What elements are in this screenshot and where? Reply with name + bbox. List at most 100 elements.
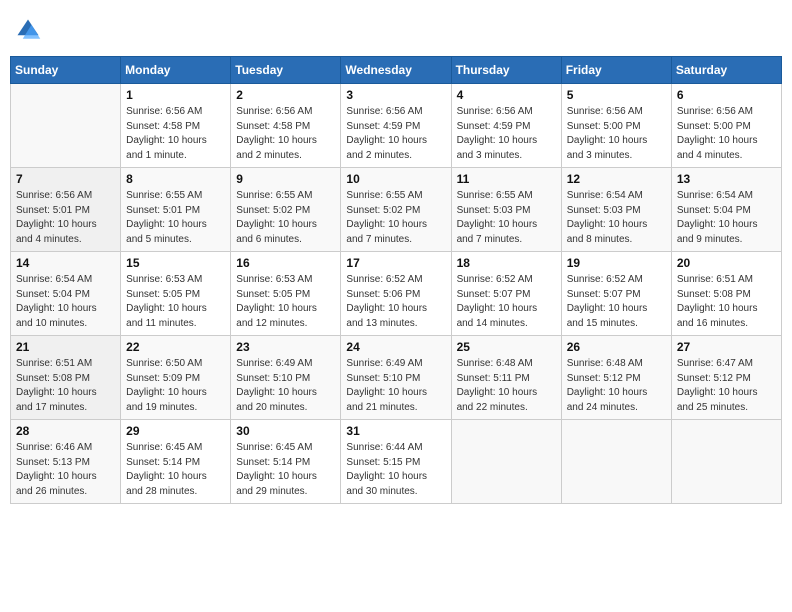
logo-icon	[14, 16, 42, 44]
day-number: 28	[16, 424, 115, 438]
day-info: Sunrise: 6:53 AMSunset: 5:05 PMDaylight:…	[126, 273, 225, 331]
day-number: 18	[457, 256, 556, 270]
calendar-cell: 1Sunrise: 6:56 AMSunset: 4:58 PMDaylight…	[121, 84, 231, 168]
calendar-cell: 24Sunrise: 6:49 AMSunset: 5:10 PMDayligh…	[341, 336, 451, 420]
calendar-cell: 15 Sunrise: 6:53 AMSunset: 5:05 PMDayligh…	[121, 252, 231, 336]
day-number: 31	[346, 424, 445, 438]
day-info: Sunrise: 6:51 AMSunset: 5:08 PMDaylight:…	[677, 273, 776, 331]
day-number: 8	[126, 172, 225, 186]
calendar-cell: 5 Sunrise: 6:56 AMSunset: 5:00 PMDaylight…	[561, 84, 671, 168]
calendar-cell: 3 Sunrise: 6:56 AMSunset: 4:59 PMDaylight…	[341, 84, 451, 168]
day-info: Sunrise: 6:56 AMSunset: 5:00 PMDaylight:…	[677, 105, 776, 163]
day-info: Sunrise: 6:55 AMSunset: 5:02 PMDaylight:…	[346, 189, 445, 247]
calendar-cell: 25Sunrise: 6:48 AMSunset: 5:11 PMDayligh…	[451, 336, 561, 420]
day-info: Sunrise: 6:46 AMSunset: 5:13 PMDaylight:…	[16, 441, 115, 499]
calendar-cell: 21 Sunrise: 6:51 AMSunset: 5:08 PMDayligh…	[11, 336, 121, 420]
day-number: 3	[346, 88, 445, 102]
calendar-cell	[11, 84, 121, 168]
calendar-cell: 10 Sunrise: 6:55 AMSunset: 5:02 PMDayligh…	[341, 168, 451, 252]
day-info: Sunrise: 6:48 AMSunset: 5:12 PMDaylight:…	[567, 357, 666, 415]
day-number: 21	[16, 340, 115, 354]
calendar-cell: 4Sunrise: 6:56 AMSunset: 4:59 PMDaylight…	[451, 84, 561, 168]
day-info: Sunrise: 6:45 AMSunset: 5:14 PMDaylight:…	[236, 441, 335, 499]
day-info: Sunrise: 6:52 AMSunset: 5:07 PMDaylight:…	[457, 273, 556, 331]
day-number: 27	[677, 340, 776, 354]
calendar-cell: 12 Sunrise: 6:54 AMSunset: 5:03 PMDayligh…	[561, 168, 671, 252]
day-info: Sunrise: 6:56 AMSunset: 4:58 PMDaylight:…	[126, 105, 225, 163]
day-number: 29	[126, 424, 225, 438]
calendar-week-5: 28 Sunrise: 6:46 AMSunset: 5:13 PMDayligh…	[11, 420, 782, 504]
day-info: Sunrise: 6:56 AMSunset: 5:00 PMDaylight:…	[567, 105, 666, 163]
col-header-saturday: Saturday	[671, 57, 781, 84]
day-info: Sunrise: 6:49 AMSunset: 5:10 PMDaylight:…	[346, 357, 445, 415]
calendar-cell: 6 Sunrise: 6:56 AMSunset: 5:00 PMDaylight…	[671, 84, 781, 168]
day-number: 22	[126, 340, 225, 354]
day-number: 30	[236, 424, 335, 438]
day-number: 20	[677, 256, 776, 270]
calendar-cell: 29 Sunrise: 6:45 AMSunset: 5:14 PMDayligh…	[121, 420, 231, 504]
day-number: 14	[16, 256, 115, 270]
day-info: Sunrise: 6:55 AMSunset: 5:01 PMDaylight:…	[126, 189, 225, 247]
calendar-week-2: 7 Sunrise: 6:56 AMSunset: 5:01 PMDaylight…	[11, 168, 782, 252]
calendar-cell: 26 Sunrise: 6:48 AMSunset: 5:12 PMDayligh…	[561, 336, 671, 420]
calendar-cell: 9 Sunrise: 6:55 AMSunset: 5:02 PMDaylight…	[231, 168, 341, 252]
day-info: Sunrise: 6:52 AMSunset: 5:07 PMDaylight:…	[567, 273, 666, 331]
col-header-monday: Monday	[121, 57, 231, 84]
calendar-cell: 16 Sunrise: 6:53 AMSunset: 5:05 PMDayligh…	[231, 252, 341, 336]
day-info: Sunrise: 6:44 AMSunset: 5:15 PMDaylight:…	[346, 441, 445, 499]
day-number: 15	[126, 256, 225, 270]
calendar-week-1: 1Sunrise: 6:56 AMSunset: 4:58 PMDaylight…	[11, 84, 782, 168]
day-info: Sunrise: 6:52 AMSunset: 5:06 PMDaylight:…	[346, 273, 445, 331]
calendar-cell: 28 Sunrise: 6:46 AMSunset: 5:13 PMDayligh…	[11, 420, 121, 504]
calendar-cell	[671, 420, 781, 504]
day-number: 11	[457, 172, 556, 186]
day-info: Sunrise: 6:50 AMSunset: 5:09 PMDaylight:…	[126, 357, 225, 415]
day-number: 12	[567, 172, 666, 186]
calendar-cell: 30 Sunrise: 6:45 AMSunset: 5:14 PMDayligh…	[231, 420, 341, 504]
day-info: Sunrise: 6:54 AMSunset: 5:04 PMDaylight:…	[16, 273, 115, 331]
day-info: Sunrise: 6:56 AMSunset: 4:59 PMDaylight:…	[346, 105, 445, 163]
day-info: Sunrise: 6:51 AMSunset: 5:08 PMDaylight:…	[16, 357, 115, 415]
calendar-cell	[451, 420, 561, 504]
day-info: Sunrise: 6:56 AMSunset: 5:01 PMDaylight:…	[16, 189, 115, 247]
day-number: 6	[677, 88, 776, 102]
day-number: 19	[567, 256, 666, 270]
col-header-wednesday: Wednesday	[341, 57, 451, 84]
calendar-week-3: 14 Sunrise: 6:54 AMSunset: 5:04 PMDayligh…	[11, 252, 782, 336]
day-info: Sunrise: 6:53 AMSunset: 5:05 PMDaylight:…	[236, 273, 335, 331]
calendar-cell: 2 Sunrise: 6:56 AMSunset: 4:58 PMDaylight…	[231, 84, 341, 168]
calendar-cell: 8 Sunrise: 6:55 AMSunset: 5:01 PMDaylight…	[121, 168, 231, 252]
day-number: 13	[677, 172, 776, 186]
calendar-cell: 13 Sunrise: 6:54 AMSunset: 5:04 PMDayligh…	[671, 168, 781, 252]
day-number: 4	[457, 88, 556, 102]
day-number: 5	[567, 88, 666, 102]
day-number: 26	[567, 340, 666, 354]
calendar-cell: 22 Sunrise: 6:50 AMSunset: 5:09 PMDayligh…	[121, 336, 231, 420]
day-number: 17	[346, 256, 445, 270]
day-number: 16	[236, 256, 335, 270]
col-header-tuesday: Tuesday	[231, 57, 341, 84]
day-info: Sunrise: 6:54 AMSunset: 5:03 PMDaylight:…	[567, 189, 666, 247]
day-number: 9	[236, 172, 335, 186]
calendar-cell: 20 Sunrise: 6:51 AMSunset: 5:08 PMDayligh…	[671, 252, 781, 336]
day-info: Sunrise: 6:56 AMSunset: 4:58 PMDaylight:…	[236, 105, 335, 163]
day-info: Sunrise: 6:55 AMSunset: 5:03 PMDaylight:…	[457, 189, 556, 247]
day-info: Sunrise: 6:45 AMSunset: 5:14 PMDaylight:…	[126, 441, 225, 499]
calendar-cell: 11 Sunrise: 6:55 AMSunset: 5:03 PMDayligh…	[451, 168, 561, 252]
day-number: 2	[236, 88, 335, 102]
day-info: Sunrise: 6:48 AMSunset: 5:11 PMDaylight:…	[457, 357, 556, 415]
page-header	[10, 10, 782, 50]
col-header-thursday: Thursday	[451, 57, 561, 84]
calendar-cell: 23Sunrise: 6:49 AMSunset: 5:10 PMDayligh…	[231, 336, 341, 420]
calendar-cell: 17 Sunrise: 6:52 AMSunset: 5:06 PMDayligh…	[341, 252, 451, 336]
calendar-cell: 7 Sunrise: 6:56 AMSunset: 5:01 PMDaylight…	[11, 168, 121, 252]
day-info: Sunrise: 6:55 AMSunset: 5:02 PMDaylight:…	[236, 189, 335, 247]
calendar-cell	[561, 420, 671, 504]
logo	[14, 16, 44, 44]
calendar-header: SundayMondayTuesdayWednesdayThursdayFrid…	[11, 57, 782, 84]
calendar-cell: 31 Sunrise: 6:44 AMSunset: 5:15 PMDayligh…	[341, 420, 451, 504]
col-header-sunday: Sunday	[11, 57, 121, 84]
day-number: 7	[16, 172, 115, 186]
day-number: 10	[346, 172, 445, 186]
day-info: Sunrise: 6:54 AMSunset: 5:04 PMDaylight:…	[677, 189, 776, 247]
